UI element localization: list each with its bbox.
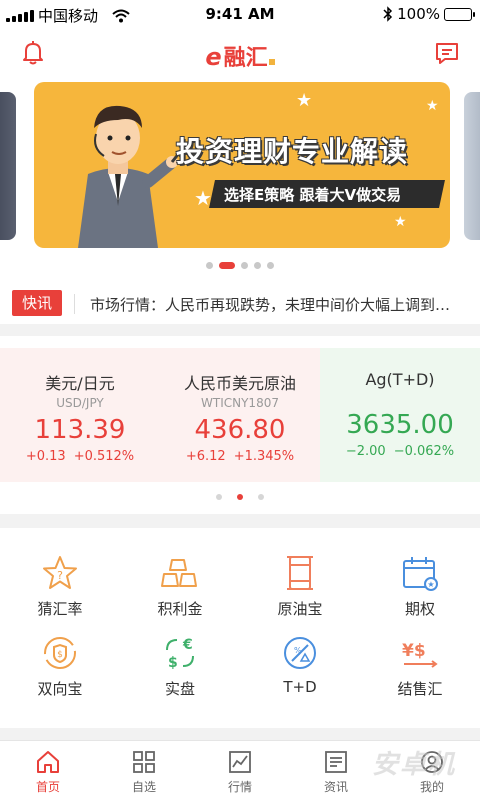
- feature-item-oil[interactable]: 原油宝: [240, 554, 360, 642]
- quotes-carousel[interactable]: 美元/日元 USD/JPY 113.39 +0.13 +0.512% 人民币美元原油 WTI…: [0, 336, 480, 514]
- chart-icon: [229, 751, 251, 773]
- feature-label: 期权: [404, 600, 435, 618]
- presenter-illustration: [78, 105, 188, 248]
- feature-label: 结售汇: [397, 680, 443, 698]
- quote-name: Ag(T+D): [365, 370, 435, 389]
- tab-market[interactable]: 行情: [192, 749, 288, 795]
- quote-name: 人民币美元原油: [183, 374, 296, 393]
- battery-percent: 100%: [397, 5, 440, 23]
- tab-label: 行情: [227, 780, 252, 794]
- quote-change: +0.13: [25, 449, 66, 464]
- quote-card[interactable]: 人民币美元原油 WTICNY1807 436.80 +6.12 +1.345%: [160, 348, 320, 482]
- svg-text:$: $: [168, 655, 178, 671]
- news-ticker[interactable]: 快讯 市场行情：人民币再现跌势，未理中间价大幅上调到…: [0, 284, 480, 324]
- home-icon: [37, 751, 59, 773]
- quote-price: 113.39: [34, 415, 126, 445]
- pagination-dot[interactable]: [267, 262, 274, 269]
- gold-bars-icon: [161, 559, 197, 587]
- tab-watchlist[interactable]: 自选: [96, 749, 192, 795]
- calendar-icon: ★: [403, 557, 438, 591]
- svg-text:★: ★: [427, 580, 434, 589]
- svg-text:¥$: ¥$: [402, 641, 426, 661]
- svg-text:€: €: [182, 637, 193, 653]
- app-logo: e融汇: [0, 40, 480, 72]
- bluetooth-icon: [383, 6, 393, 22]
- feature-item-options[interactable]: ★ 期权: [360, 554, 480, 642]
- feature-label: 积利金: [157, 600, 203, 618]
- currency-exchange-icon: € $: [166, 637, 194, 671]
- two-way-coin-icon: $: [44, 637, 76, 669]
- battery-icon: [444, 7, 475, 21]
- feature-item-gold[interactable]: 积利金: [120, 554, 240, 642]
- quote-card[interactable]: 美元/日元 USD/JPY 113.39 +0.13 +0.512%: [0, 348, 160, 482]
- tab-label: 自选: [131, 780, 156, 794]
- svg-text:%: %: [294, 646, 302, 655]
- banner-next-peek[interactable]: [464, 92, 480, 240]
- feature-grid: ? 猜汇率 积利金 原油宝 ★ 期权 $ 双向宝 € $ 实盘 % T+D ¥$…: [0, 528, 480, 728]
- star-icon: ★: [296, 90, 313, 111]
- news-icon: [325, 751, 347, 773]
- pagination-dot[interactable]: [258, 494, 264, 500]
- pagination-dot[interactable]: [241, 262, 248, 269]
- svg-text:?: ?: [57, 569, 63, 582]
- banner-pagination: [0, 262, 480, 269]
- quote-code: [320, 391, 480, 406]
- feature-item-real[interactable]: € $ 实盘: [120, 634, 240, 722]
- pagination-dot[interactable]: [219, 262, 235, 269]
- watermark: 安卓机: [371, 750, 456, 780]
- logo-text: 融汇: [223, 46, 268, 71]
- quote-card[interactable]: Ag(T+D) 3635.00 −2.00 −0.062%: [320, 348, 480, 482]
- quote-code: WTICNY1807: [201, 396, 279, 410]
- banner-subtitle: 选择E策略 跟着大V做交易: [224, 186, 402, 204]
- star-question-icon: ?: [43, 556, 77, 589]
- news-tag: 快讯: [12, 290, 62, 316]
- feature-item-fx-settlement[interactable]: ¥$ 结售汇: [360, 634, 480, 722]
- quote-code: USD/JPY: [56, 396, 104, 410]
- tab-label: 首页: [35, 780, 60, 794]
- star-icon: ★: [426, 98, 439, 114]
- logo-mark: e: [205, 43, 222, 71]
- quote-price: 436.80: [194, 415, 286, 445]
- banner-title: 投资理财专业解读: [176, 135, 409, 168]
- feature-item-td[interactable]: % T+D: [240, 634, 360, 722]
- quote-name: 美元/日元: [45, 374, 115, 393]
- quote-price: 3635.00: [346, 410, 454, 440]
- star-icon: ★: [394, 214, 407, 230]
- feature-label: 猜汇率: [37, 600, 83, 618]
- pagination-dot[interactable]: [216, 494, 222, 500]
- feature-item-guess-rate[interactable]: ? 猜汇率: [0, 554, 120, 642]
- feature-item-two-way[interactable]: $ 双向宝: [0, 634, 120, 722]
- tab-label: 我的: [419, 780, 444, 794]
- tab-label: 资讯: [323, 780, 348, 794]
- tab-home[interactable]: 首页: [0, 749, 96, 795]
- message-icon[interactable]: [434, 40, 460, 66]
- quote-percent: +0.512%: [73, 449, 135, 464]
- banner-carousel[interactable]: ★ ★ ★ ★ 投资理财专业解读 选择E策略 跟着大V做交易: [0, 76, 480, 284]
- top-nav: e融汇: [0, 28, 480, 76]
- tab-news[interactable]: 资讯: [288, 749, 384, 795]
- feature-label: T+D: [283, 678, 317, 696]
- status-bar: 中国移动 9:41 AM 100%: [0, 0, 480, 28]
- quote-percent: −0.062%: [393, 444, 455, 459]
- oil-barrel-icon: [287, 556, 313, 590]
- quotes-pagination: [0, 494, 480, 500]
- pagination-dot[interactable]: [206, 262, 213, 269]
- feature-label: 实盘: [164, 680, 195, 698]
- pagination-dot[interactable]: [254, 262, 261, 269]
- pagination-dot[interactable]: [237, 494, 243, 500]
- news-headline[interactable]: 市场行情：人民币再现跌势，未理中间价大幅上调到…: [90, 294, 460, 315]
- percent-badge-icon: %: [284, 637, 316, 669]
- quote-percent: +1.345%: [233, 449, 295, 464]
- feature-label: 原油宝: [277, 600, 323, 618]
- grid-icon: [133, 751, 155, 773]
- feature-label: 双向宝: [37, 680, 83, 698]
- banner-slide[interactable]: ★ ★ ★ ★ 投资理财专业解读 选择E策略 跟着大V做交易: [34, 82, 450, 248]
- yen-dollar-icon: ¥$: [402, 641, 438, 668]
- svg-text:$: $: [57, 650, 63, 660]
- quote-change: −2.00: [345, 444, 386, 459]
- banner-prev-peek[interactable]: [0, 92, 16, 240]
- quote-change: +6.12: [185, 449, 226, 464]
